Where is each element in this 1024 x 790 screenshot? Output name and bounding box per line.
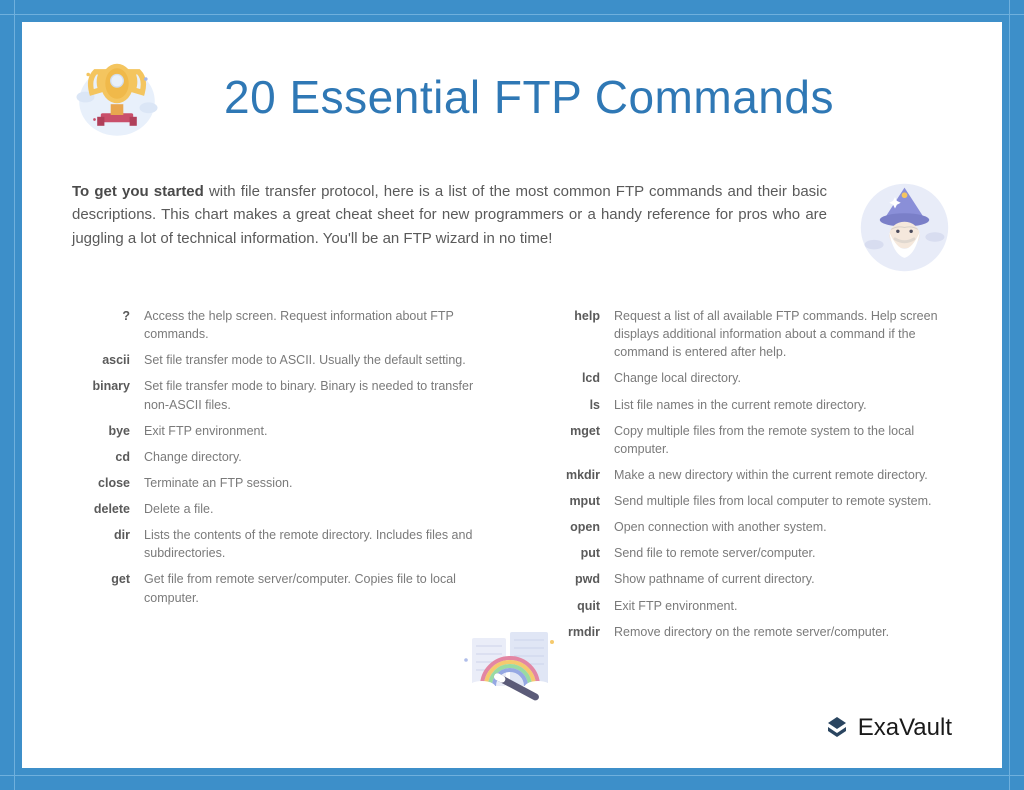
command-row: cd Change directory.: [72, 448, 482, 466]
command-description: Lists the contents of the remote directo…: [144, 526, 482, 562]
command-description: Change directory.: [144, 448, 482, 466]
command-row: ascii Set file transfer mode to ASCII. Us…: [72, 351, 482, 369]
command-row: get Get file from remote server/computer.…: [72, 570, 482, 606]
command-row: rmdirRemove directory on the remote serv…: [542, 623, 952, 641]
command-description: Send file to remote server/computer.: [614, 544, 952, 562]
command-row: quit Exit FTP environment.: [542, 597, 952, 615]
command-description: List file names in the current remote di…: [614, 396, 952, 414]
command-row: open Open connection with another system.: [542, 518, 952, 536]
command-name: lcd: [542, 369, 600, 387]
command-row: delete Delete a file.: [72, 500, 482, 518]
wizard-icon: [857, 180, 952, 275]
command-row: ls List file names in the current remote …: [542, 396, 952, 414]
command-description: Get file from remote server/computer. Co…: [144, 570, 482, 606]
command-name: quit: [542, 597, 600, 615]
brand-name: ExaVault: [858, 714, 952, 742]
command-row: close Terminate an FTP session.: [72, 474, 482, 492]
command-description: Delete a file.: [144, 500, 482, 518]
command-description: Send multiple files from local computer …: [614, 492, 952, 510]
command-name: mget: [542, 422, 600, 440]
brand-logo-icon: [824, 715, 850, 741]
command-description: Copy multiple files from the remote syst…: [614, 422, 952, 458]
command-name: open: [542, 518, 600, 536]
command-row: lcd Change local directory.: [542, 369, 952, 387]
command-name: ascii: [72, 351, 130, 369]
wand-rainbow-icon: [452, 620, 572, 710]
brand: ExaVault: [824, 714, 952, 742]
command-description: Set file transfer mode to ASCII. Usually…: [144, 351, 482, 369]
command-name: mkdir: [542, 466, 600, 484]
command-column-right: help Request a list of all available FTP …: [542, 307, 952, 649]
frame-line: [1009, 0, 1010, 790]
command-name: help: [542, 307, 600, 325]
command-name: get: [72, 570, 130, 588]
frame-line: [14, 0, 15, 790]
command-row: bye Exit FTP environment.: [72, 422, 482, 440]
command-description: Change local directory.: [614, 369, 952, 387]
command-column-left: ? Access the help screen. Request informa…: [72, 307, 482, 649]
command-name: mput: [542, 492, 600, 510]
command-name: dir: [72, 526, 130, 544]
intro-section: To get you started with file transfer pr…: [72, 180, 952, 275]
command-row: mput Send multiple files from local compu…: [542, 492, 952, 510]
command-name: binary: [72, 377, 130, 395]
frame-line: [0, 775, 1024, 776]
header: 20 Essential FTP Commands: [72, 52, 952, 142]
command-columns: ? Access the help screen. Request informa…: [72, 307, 952, 649]
command-description: Make a new directory within the current …: [614, 466, 952, 484]
command-description: Exit FTP environment.: [144, 422, 482, 440]
command-row: help Request a list of all available FTP …: [542, 307, 952, 361]
command-name: ?: [72, 307, 130, 325]
command-name: pwd: [542, 570, 600, 588]
command-description: Show pathname of current directory.: [614, 570, 952, 588]
command-description: Access the help screen. Request informat…: [144, 307, 482, 343]
command-description: Exit FTP environment.: [614, 597, 952, 615]
command-name: ls: [542, 396, 600, 414]
page-title: 20 Essential FTP Commands: [186, 70, 872, 124]
intro-text: To get you started with file transfer pr…: [72, 180, 827, 250]
command-row: mget Copy multiple files from the remote …: [542, 422, 952, 458]
command-row: dir Lists the contents of the remote dire…: [72, 526, 482, 562]
command-name: put: [542, 544, 600, 562]
command-row: put Send file to remote server/computer.: [542, 544, 952, 562]
trophy-icon: [72, 52, 162, 142]
intro-lead: To get you started: [72, 183, 204, 200]
frame-line: [0, 14, 1024, 15]
command-name: cd: [72, 448, 130, 466]
command-name: close: [72, 474, 130, 492]
command-row: mkdir Make a new directory within the cur…: [542, 466, 952, 484]
command-name: bye: [72, 422, 130, 440]
command-description: Request a list of all available FTP comm…: [614, 307, 952, 361]
command-description: Terminate an FTP session.: [144, 474, 482, 492]
command-description: Set file transfer mode to binary. Binary…: [144, 377, 482, 413]
document-card: 20 Essential FTP Commands To get you sta…: [22, 22, 1002, 768]
command-description: Remove directory on the remote server/co…: [614, 623, 952, 641]
command-row: binary Set file transfer mode to binary. …: [72, 377, 482, 413]
command-row: pwd Show pathname of current directory.: [542, 570, 952, 588]
command-name: delete: [72, 500, 130, 518]
command-description: Open connection with another system.: [614, 518, 952, 536]
command-row: ? Access the help screen. Request informa…: [72, 307, 482, 343]
